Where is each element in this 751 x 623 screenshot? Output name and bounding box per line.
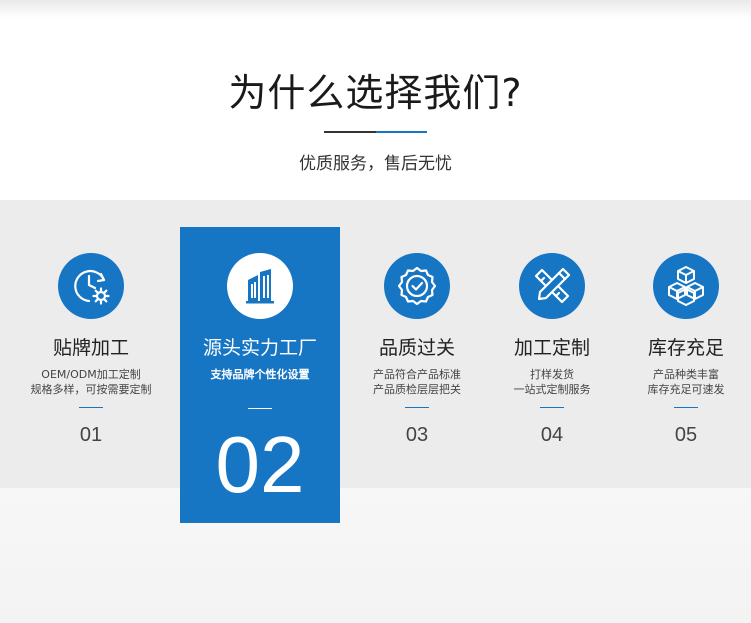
feature-divider bbox=[405, 407, 429, 408]
feature-desc-line: 产品种类丰富 bbox=[653, 368, 719, 381]
title-divider-dark bbox=[324, 131, 376, 133]
feature-desc-line: 规格多样，可按需要定制 bbox=[30, 383, 152, 396]
quality-badge-icon bbox=[384, 253, 450, 319]
page-title: 为什么选择我们? bbox=[228, 71, 523, 115]
feature-description: 产品种类丰富 库存充足可速发 bbox=[611, 367, 751, 397]
feature-desc-line: OEM/ODM加工定制 bbox=[41, 368, 141, 381]
feature-number: 03 bbox=[405, 424, 429, 446]
feature-card-factory-active[interactable]: 源头实力工厂 支持品牌个性化设置 02 bbox=[180, 227, 340, 523]
feature-description: 产品符合产品标准 产品质检层层把关 bbox=[342, 367, 492, 397]
feature-desc-line: 打样发货 bbox=[530, 368, 574, 381]
feature-name: 加工定制 bbox=[513, 337, 590, 359]
top-shadow bbox=[0, 0, 751, 18]
feature-desc-line: 库存充足可速发 bbox=[647, 383, 725, 396]
feature-desc-line: 产品符合产品标准 bbox=[373, 368, 461, 381]
feature-divider bbox=[79, 407, 103, 408]
factory-building-icon bbox=[227, 253, 293, 319]
feature-desc-line: 一站式定制服务 bbox=[513, 383, 591, 396]
feature-name: 源头实力工厂 bbox=[202, 337, 317, 359]
page-subtitle: 优质服务，售后无忧 bbox=[299, 154, 452, 174]
feature-number: 05 bbox=[674, 424, 698, 446]
feature-name: 品质过关 bbox=[378, 337, 455, 359]
feature-description: 打样发货 一站式定制服务 bbox=[477, 367, 627, 397]
feature-desc-line: 支持品牌个性化设置 bbox=[210, 368, 310, 381]
gear-clock-icon bbox=[58, 253, 124, 319]
feature-divider bbox=[674, 407, 698, 408]
feature-number: 04 bbox=[540, 424, 564, 446]
title-divider-blue bbox=[376, 131, 427, 133]
feature-name: 库存充足 bbox=[647, 337, 724, 359]
feature-name: 贴牌加工 bbox=[52, 337, 129, 359]
feature-description: 支持品牌个性化设置 bbox=[180, 367, 340, 382]
feature-number: 02 bbox=[215, 420, 305, 509]
feature-desc-line: 产品质检层层把关 bbox=[373, 383, 461, 396]
ruler-pencil-icon bbox=[519, 253, 585, 319]
feature-divider bbox=[248, 408, 272, 409]
bottom-background bbox=[0, 488, 751, 623]
feature-description: OEM/ODM加工定制 规格多样，可按需要定制 bbox=[16, 367, 166, 397]
feature-divider bbox=[540, 407, 564, 408]
feature-number: 01 bbox=[79, 424, 103, 446]
boxes-icon bbox=[653, 253, 719, 319]
